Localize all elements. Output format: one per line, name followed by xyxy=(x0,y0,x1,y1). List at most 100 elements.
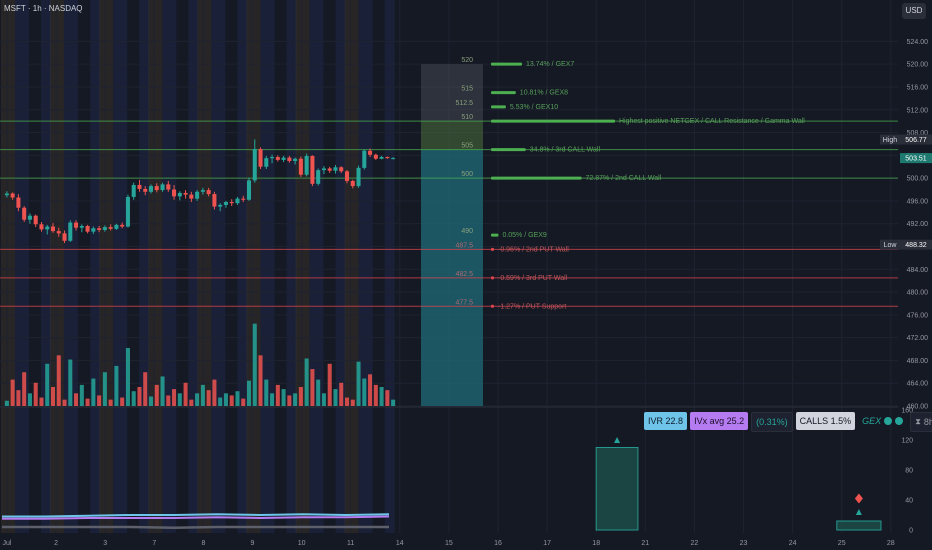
gex-level-label: 34.8% / 3rd CALL Wall xyxy=(530,147,601,154)
shade-overnight xyxy=(64,0,79,533)
gex-strength-bar xyxy=(491,91,516,95)
candle-body xyxy=(287,157,292,162)
volume-bar xyxy=(56,355,61,406)
candle-body xyxy=(270,157,275,159)
candle-body xyxy=(97,228,102,230)
volume-bar xyxy=(108,399,113,406)
candle-body xyxy=(195,191,200,199)
candle-body xyxy=(33,215,38,225)
ivr-value: 22.8 xyxy=(665,416,684,426)
candle-body xyxy=(275,157,280,160)
gex-level-label: -1.27% / PUT Support xyxy=(498,303,566,310)
candle-body xyxy=(293,158,298,162)
time-tick-label: Jul xyxy=(3,540,12,547)
candle-body xyxy=(27,215,32,220)
candle-body xyxy=(143,188,148,192)
timer-chip: ⧗ 8h 36m xyxy=(910,412,932,432)
candle-body xyxy=(333,167,338,171)
gex-strength-bar xyxy=(491,233,499,237)
candle-body xyxy=(327,168,332,171)
osc-tick-label: 80 xyxy=(905,468,913,475)
candle-body xyxy=(200,190,205,192)
candle-body xyxy=(379,157,384,159)
volume-bar xyxy=(264,379,269,406)
gex-dot-icon-2 xyxy=(895,417,904,425)
candle-body xyxy=(223,202,228,205)
volume-bar xyxy=(252,323,257,406)
shade-afterhours xyxy=(335,0,346,533)
volume-bar xyxy=(218,397,223,406)
volume-bar xyxy=(391,399,396,406)
time-tick-label: 9 xyxy=(251,540,255,547)
shade-overnight xyxy=(15,0,29,533)
volume-bar xyxy=(229,395,234,406)
volume-bar xyxy=(79,384,84,406)
volume-bar xyxy=(4,400,9,406)
gex-level-label: 13.74% / GEX7 xyxy=(526,61,574,68)
candle-body xyxy=(264,158,269,167)
volume-bar xyxy=(74,393,79,406)
shade-afterhours xyxy=(384,0,395,533)
candle-body xyxy=(246,180,252,200)
symbol-title[interactable]: MSFT · 1h · NASDAQ xyxy=(4,4,83,13)
volume-bar xyxy=(212,379,217,406)
pct-chip: (0.31%) xyxy=(751,412,793,432)
candle-body xyxy=(350,180,355,187)
candle-body xyxy=(235,198,240,204)
volume-bar xyxy=(143,372,148,406)
candle-body xyxy=(316,170,321,184)
candle-body xyxy=(218,204,223,207)
candle-body xyxy=(373,154,378,159)
candle-body xyxy=(356,167,361,187)
price-tick-label: 464.00 xyxy=(907,381,929,388)
shade-premarket xyxy=(197,0,212,533)
chart-area[interactable]: 520 13.74% / GEX7 515 10.81% / GEX8 512.5 5.5… xyxy=(0,0,932,550)
price-tick-label: 500.00 xyxy=(907,176,929,183)
candle-body xyxy=(391,158,396,160)
candle-body xyxy=(125,196,130,227)
volume-bar xyxy=(304,358,309,406)
gex-strength-bar xyxy=(491,119,615,123)
volume-bar xyxy=(114,365,119,406)
time-tick-label: 24 xyxy=(789,540,797,547)
price-tag-name: High xyxy=(883,137,898,144)
volume-bar xyxy=(62,399,67,406)
volume-bar xyxy=(195,393,200,406)
candle-body xyxy=(85,225,90,232)
volume-bar xyxy=(223,393,228,406)
session-shading xyxy=(1,0,395,533)
volume-bar xyxy=(385,390,390,406)
price-tag-value: 488.32 xyxy=(905,242,927,249)
price-tick-label: 520.00 xyxy=(907,62,929,69)
shade-premarket xyxy=(295,0,310,533)
volume-bar xyxy=(339,382,344,406)
candle-body xyxy=(148,186,154,192)
gex-zone-upper xyxy=(421,64,483,122)
price-tick-label: 516.00 xyxy=(907,84,929,91)
ivavg-chip: IVx avg 25.2 xyxy=(690,412,749,430)
volume-bar xyxy=(45,363,50,406)
gex-strength-bar xyxy=(491,176,582,180)
gex-label: GEX xyxy=(862,416,882,426)
candle-body xyxy=(310,155,315,184)
volume-bar xyxy=(22,372,27,406)
price-tick-label: 480.00 xyxy=(907,290,929,297)
currency-button[interactable]: USD xyxy=(902,3,926,19)
time-tick-label: 25 xyxy=(838,540,846,547)
candle-body xyxy=(131,184,136,197)
volume-bar xyxy=(235,391,240,406)
shade-overnight xyxy=(358,0,373,533)
candle-body xyxy=(45,226,50,230)
candle-body xyxy=(212,194,217,207)
shade-overnight xyxy=(260,0,275,533)
oscillator-box xyxy=(836,520,882,531)
time-tick-label: 21 xyxy=(641,540,649,547)
gex-zone-mid xyxy=(421,121,483,150)
volume-bar xyxy=(131,391,136,406)
ivavg-value: 25.2 xyxy=(726,416,745,426)
price-tick-label: 484.00 xyxy=(907,267,929,274)
time-tick-label: 23 xyxy=(740,540,748,547)
candle-body xyxy=(68,222,73,241)
gex-level-label: 0.05% / GEX9 xyxy=(502,232,546,239)
osc-tick-label: 120 xyxy=(901,438,913,445)
